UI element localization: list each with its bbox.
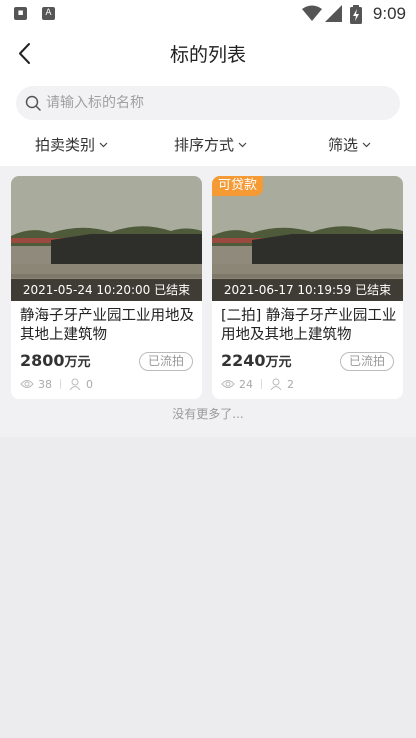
loan-available-badge: 可贷款 — [212, 176, 264, 196]
wifi-icon — [302, 5, 322, 21]
filter-label: 拍卖类别 — [35, 136, 96, 154]
chevron-down-icon — [99, 142, 108, 147]
auction-datetime: 2021-06-17 10:19:59 已结束 — [212, 279, 403, 301]
item-meta: 24 2 — [221, 377, 294, 391]
status-badge: 已流拍 — [340, 352, 394, 371]
signal-icon — [325, 5, 342, 22]
item-title: 静海子牙产业园工业用地及其地上建筑物 — [20, 308, 194, 343]
divider — [261, 379, 262, 389]
search-bar[interactable] — [16, 86, 400, 120]
chevron-down-icon — [238, 142, 247, 147]
filter-sort-order[interactable]: 排序方式 — [174, 134, 247, 155]
list-end-text: 没有更多了... — [172, 407, 244, 421]
eye-icon — [20, 380, 34, 388]
price-unit: 万元 — [265, 355, 292, 370]
divider — [60, 379, 61, 389]
auction-item-card[interactable]: 可贷款 2021-06-17 10:19:59 已结束 [二拍] 静海子牙产业园… — [212, 176, 403, 399]
status-badge: 已流拍 — [139, 352, 193, 371]
item-price: 2800万元 — [20, 351, 91, 370]
price-value: 2800 — [20, 351, 65, 370]
app-notification-icon: ▪ — [14, 7, 27, 20]
auction-item-card[interactable]: 2021-05-24 10:20:00 已结束 静海子牙产业园工业用地及其地上建… — [11, 176, 202, 399]
view-count: 38 — [38, 377, 52, 391]
battery-icon — [350, 5, 362, 24]
auction-datetime: 2021-05-24 10:20:00 已结束 — [11, 279, 202, 301]
item-meta: 38 0 — [20, 377, 93, 391]
back-button[interactable] — [10, 38, 42, 70]
search-input[interactable] — [46, 86, 386, 120]
item-title: [二拍] 静海子牙产业园工业用地及其地上建筑物 — [221, 308, 397, 343]
status-bar: ▪ A 9:09 — [0, 0, 416, 28]
person-icon — [69, 378, 81, 390]
empty-area — [0, 437, 416, 738]
filter-auction-category[interactable]: 拍卖类别 — [35, 134, 108, 155]
filter-screen[interactable]: 筛选 — [328, 134, 371, 155]
watcher-count: 2 — [287, 377, 294, 391]
search-icon — [25, 95, 41, 111]
status-time: 9:09 — [372, 4, 406, 23]
price-value: 2240 — [221, 351, 266, 370]
chevron-left-icon — [19, 43, 30, 64]
price-unit: 万元 — [64, 355, 91, 370]
watcher-count: 0 — [86, 377, 93, 391]
filter-label: 筛选 — [328, 136, 359, 154]
item-price: 2240万元 — [221, 351, 292, 370]
view-count: 24 — [239, 377, 253, 391]
filter-label: 排序方式 — [174, 136, 235, 154]
person-icon — [270, 378, 282, 390]
a-icon: A — [42, 7, 55, 20]
eye-icon — [221, 380, 235, 388]
chevron-down-icon — [362, 142, 371, 147]
